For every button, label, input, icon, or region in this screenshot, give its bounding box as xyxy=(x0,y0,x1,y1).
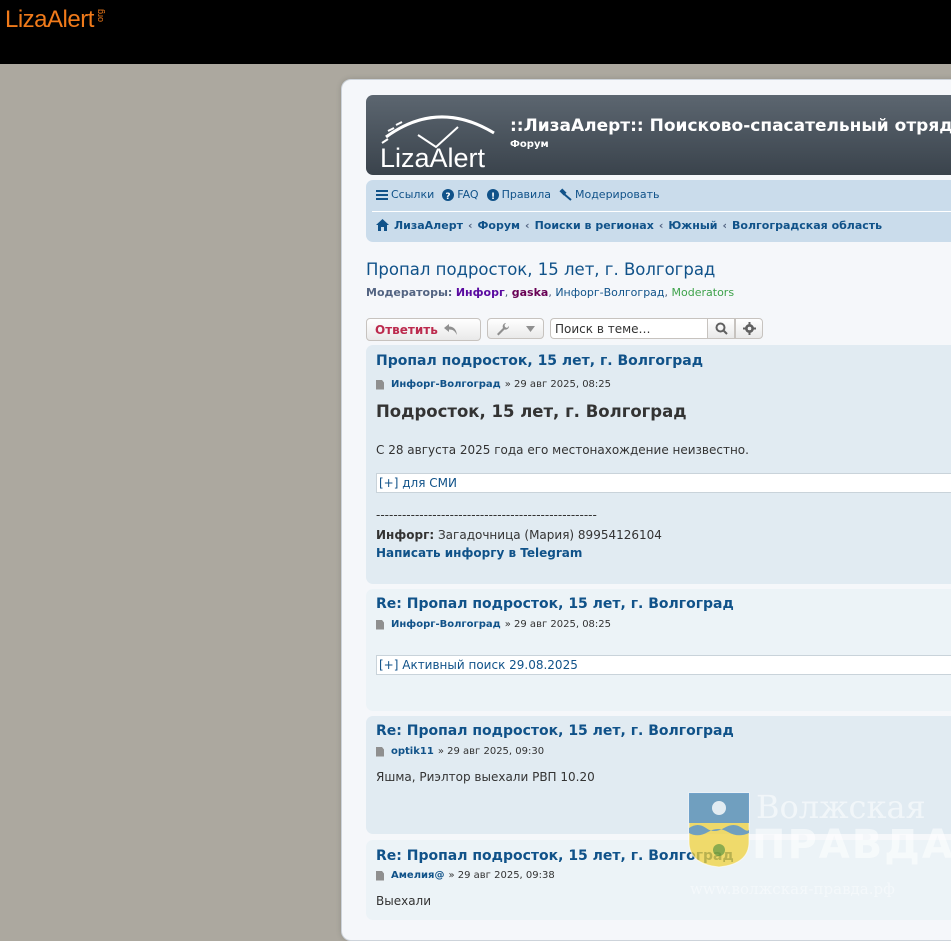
advanced-search-button[interactable] xyxy=(735,318,763,339)
lizaalert-site-logo[interactable]: LizaAlert org xyxy=(5,6,105,34)
nav-moderate[interactable]: Модерировать xyxy=(559,188,660,201)
nav-label-moderate: Модерировать xyxy=(574,188,660,201)
wrench-icon xyxy=(497,322,510,335)
nav-faq[interactable]: ? FAQ xyxy=(442,188,479,201)
nav-label-rules: Правила xyxy=(501,188,551,201)
info-icon: ! xyxy=(486,188,499,201)
post-heading: Подросток, 15 лет, г. Волгоград xyxy=(376,402,687,421)
watermark-line1: Волжская xyxy=(756,788,926,826)
post-title[interactable]: Re: Пропал подросток, 15 лет, г. Волгогр… xyxy=(376,723,734,739)
reply-button-label: Ответить xyxy=(375,322,438,337)
post-date: » 29 авг 2025, 08:25 xyxy=(504,619,612,630)
post-meta: Инфорг-Волгоград » 29 авг 2025, 08:25 xyxy=(376,619,611,630)
post-author[interactable]: Инфорг-Волгоград xyxy=(391,619,501,630)
moderators-label: Модераторы: xyxy=(366,286,453,299)
chevron-left-icon: ‹ xyxy=(722,219,728,232)
inforg-label: Инфорг: xyxy=(376,528,435,542)
post-text: С 28 августа 2025 года его местонахожден… xyxy=(376,443,749,457)
chevron-left-icon: ‹ xyxy=(467,219,473,232)
breadcrumb-forum[interactable]: Форум xyxy=(478,219,521,232)
navbar-divider xyxy=(372,211,951,212)
telegram-link[interactable]: Написать инфоргу в Telegram xyxy=(376,546,582,560)
moderator-link[interactable]: Инфорг-Волгоград xyxy=(555,286,664,299)
breadcrumb: ЛизаАлерт ‹ Форум ‹ Поиски в регионах ‹ … xyxy=(376,219,882,232)
site-title[interactable]: ::ЛизаАлерт:: Поисково-спасательный отря… xyxy=(510,116,951,136)
site-logo-text: LizaAlert xyxy=(5,6,94,33)
post-meta: optik11 » 29 авг 2025, 09:30 xyxy=(376,746,544,757)
nav-links-menu[interactable]: Ссылки xyxy=(376,188,434,201)
nav-label-links: Ссылки xyxy=(391,188,435,201)
reply-icon xyxy=(443,324,457,335)
watermark: Волжская ПРАВДА www.волжская-правда.рф xyxy=(688,788,951,908)
post-date: » 29 авг 2025, 08:25 xyxy=(504,379,612,390)
post: Пропал подросток, 15 лет, г. Волгоград И… xyxy=(366,345,951,584)
post-author[interactable]: optik11 xyxy=(391,746,434,757)
post-text: Выехали xyxy=(376,894,432,908)
menu-icon xyxy=(376,190,388,200)
post-icon[interactable] xyxy=(376,619,384,630)
question-icon: ? xyxy=(442,188,455,201)
post-divider-text: ----------------------------------------… xyxy=(376,508,597,522)
breadcrumb-regions[interactable]: Поиски в регионах xyxy=(535,219,654,232)
post-author[interactable]: Амелия@ xyxy=(391,870,444,881)
spoiler-toggle[interactable]: [+] для СМИ xyxy=(376,473,951,493)
post-author[interactable]: Инфорг-Волгоград xyxy=(391,379,501,390)
watermark-line2: ПРАВДА xyxy=(752,822,951,868)
post-title[interactable]: Пропал подросток, 15 лет, г. Волгоград xyxy=(376,353,703,369)
search-button[interactable] xyxy=(707,318,735,339)
nav-label-faq: FAQ xyxy=(457,188,479,201)
breadcrumb-volgograd[interactable]: Волгоградская область xyxy=(732,219,882,232)
post-title[interactable]: Re: Пропал подросток, 15 лет, г. Волгогр… xyxy=(376,596,734,612)
search-icon xyxy=(715,322,728,335)
quick-links: Ссылки ? FAQ ! Правила Модерировать xyxy=(376,188,660,201)
post-text: Яшма, Риэлтор выехали РВП 10.20 xyxy=(376,770,595,784)
post-meta: Инфорг-Волгоград » 29 авг 2025, 08:25 xyxy=(376,379,611,390)
post-date: » 29 авг 2025, 09:38 xyxy=(448,870,555,881)
moderator-group-link[interactable]: Moderators xyxy=(672,286,735,299)
moderators-line: Модераторы: Инфорг, gaska, Инфорг-Волгог… xyxy=(366,286,735,299)
moderator-link[interactable]: Инфорг xyxy=(456,286,505,299)
breadcrumb-south[interactable]: Южный xyxy=(668,219,717,232)
chevron-left-icon: ‹ xyxy=(658,219,664,232)
caret-down-icon xyxy=(526,325,535,332)
post-icon[interactable] xyxy=(376,870,384,881)
svg-text:!: ! xyxy=(491,192,495,201)
topic-tools-button[interactable] xyxy=(487,318,544,339)
topic-title[interactable]: Пропал подросток, 15 лет, г. Волгоград xyxy=(366,260,715,279)
watermark-url: www.волжская-правда.рф xyxy=(690,880,895,898)
post-meta: Амелия@ » 29 авг 2025, 09:38 xyxy=(376,870,555,881)
inforg-line: Инфорг: Загадочница (Мария) 89954126104 xyxy=(376,528,662,542)
post-icon[interactable] xyxy=(376,379,384,390)
reply-button[interactable]: Ответить xyxy=(366,318,481,341)
logo-text: LizaAlert xyxy=(380,143,486,171)
topic-search-input[interactable] xyxy=(550,318,707,339)
post-title[interactable]: Re: Пропал подросток, 15 лет, г. Волгогр… xyxy=(376,848,734,864)
breadcrumb-lizaalert[interactable]: ЛизаАлерт xyxy=(394,219,463,232)
inforg-value: Загадочница (Мария) 89954126104 xyxy=(437,528,662,542)
moderator-link[interactable]: gaska xyxy=(512,286,549,299)
forum-logo[interactable]: LizaAlert xyxy=(378,105,503,171)
spoiler-toggle[interactable]: [+] Активный поиск 29.08.2025 xyxy=(376,655,951,675)
chevron-left-icon: ‹ xyxy=(525,219,530,232)
gavel-icon xyxy=(559,188,572,201)
site-subtitle: Форум xyxy=(510,139,549,150)
nav-rules[interactable]: ! Правила xyxy=(486,188,551,201)
coat-of-arms-emblem xyxy=(688,792,750,868)
svg-text:?: ? xyxy=(446,192,451,201)
topic-search xyxy=(550,318,763,339)
post-date: » 29 авг 2025, 09:30 xyxy=(437,746,545,757)
post-icon[interactable] xyxy=(376,746,384,757)
logo-arc xyxy=(385,115,495,139)
gear-icon xyxy=(742,322,756,335)
top-bar: LizaAlert org xyxy=(0,0,951,64)
home-icon[interactable] xyxy=(376,219,389,231)
site-logo-suffix: org xyxy=(94,9,105,23)
action-bar: Ответить xyxy=(366,318,763,341)
post: Re: Пропал подросток, 15 лет, г. Волгогр… xyxy=(366,589,951,711)
